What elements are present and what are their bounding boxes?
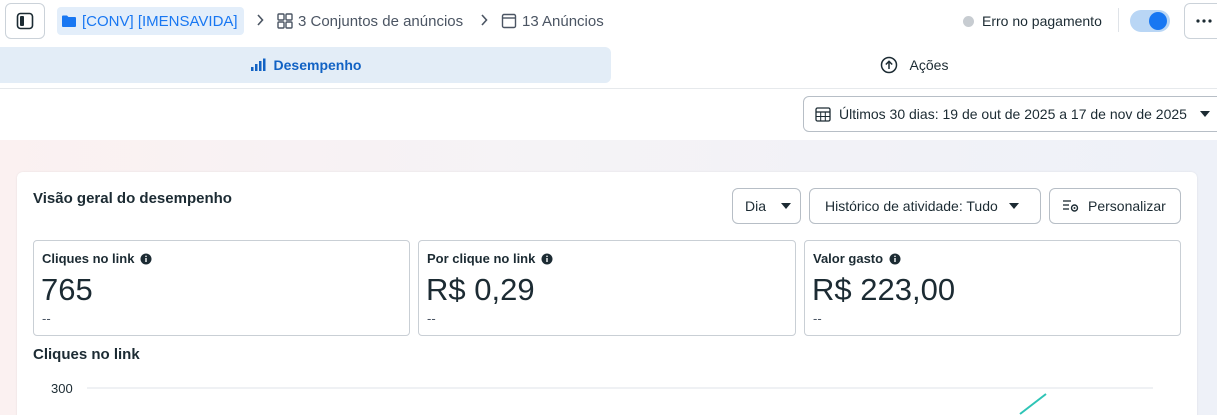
status-label: Erro no pagamento <box>982 13 1102 29</box>
metric-card-link-clicks[interactable]: Cliques no link 765 -- <box>33 240 410 336</box>
chart-title: Cliques no link <box>33 346 140 363</box>
performance-overview-card: Visão geral do desempenho Dia Histórico … <box>17 172 1197 415</box>
divider <box>1118 8 1119 32</box>
metric-delta: -- <box>42 311 51 326</box>
caret-down-icon <box>781 203 792 209</box>
ad-window-icon <box>501 13 517 29</box>
status-dot-icon <box>963 15 974 27</box>
granularity-dropdown[interactable]: Dia <box>732 188 801 224</box>
date-range-picker[interactable]: Últimos 30 dias: 19 de out de 2025 a 17 … <box>803 96 1217 132</box>
activity-history-dropdown[interactable]: Histórico de atividade: Tudo <box>809 188 1041 224</box>
granularity-label: Dia <box>745 198 767 214</box>
bar-chart-icon <box>250 58 266 71</box>
caret-down-icon <box>1008 203 1019 209</box>
metric-label: Valor gasto <box>813 251 901 266</box>
customize-label: Personalizar <box>1088 198 1166 214</box>
more-options-button[interactable] <box>1184 3 1217 39</box>
delivery-status: Erro no pagamento <box>963 10 1102 32</box>
y-tick-label: 300 <box>51 381 73 396</box>
info-icon[interactable] <box>541 253 553 265</box>
tab-performance-label: Desempenho <box>273 57 362 73</box>
tab-actions[interactable]: Ações <box>611 47 1217 83</box>
caret-down-icon <box>1199 111 1210 117</box>
metric-value: 765 <box>41 272 93 307</box>
metric-label-text: Cliques no link <box>42 251 135 266</box>
metric-card-amount-spent[interactable]: Valor gasto R$ 223,00 -- <box>804 240 1181 336</box>
link-clicks-chart: 300 <box>51 381 1153 415</box>
breadcrumb-ad-sets-label: 3 Conjuntos de anúncios <box>298 12 464 30</box>
breadcrumb-ads[interactable]: 13 Anúncios <box>501 7 604 35</box>
grid-icon <box>277 13 293 29</box>
info-icon[interactable] <box>140 253 152 265</box>
metric-card-cost-per-click[interactable]: Por clique no link R$ 0,29 -- <box>418 240 796 336</box>
tab-performance[interactable]: Desempenho <box>0 47 611 83</box>
campaign-toggle[interactable] <box>1130 10 1170 32</box>
overview-title: Visão geral do desempenho <box>33 190 232 207</box>
customize-button[interactable]: Personalizar <box>1049 188 1181 224</box>
chevron-right-icon <box>479 12 489 28</box>
metric-label-text: Por clique no link <box>427 251 536 266</box>
metric-label: Por clique no link <box>427 251 553 266</box>
series-line-segment <box>1019 393 1047 415</box>
tabs-divider <box>0 88 1217 89</box>
info-icon[interactable] <box>889 253 901 265</box>
metric-value: R$ 0,29 <box>426 272 535 307</box>
metric-value: R$ 223,00 <box>812 272 956 307</box>
more-horizontal-icon <box>1196 19 1212 23</box>
arrow-up-circle-icon <box>880 56 897 74</box>
chevron-right-icon <box>255 12 265 28</box>
view-tabs: Desempenho Ações <box>0 47 1217 83</box>
calendar-icon <box>815 107 831 122</box>
metric-delta: -- <box>427 311 436 326</box>
breadcrumb-campaign-label: [CONV] [IMENSAVIDA] <box>82 12 238 30</box>
toggle-knob <box>1149 12 1167 30</box>
activity-history-label: Histórico de atividade: Tudo <box>825 198 998 214</box>
breadcrumb-ads-label: 13 Anúncios <box>522 12 604 30</box>
breadcrumb-campaign[interactable]: [CONV] [IMENSAVIDA] <box>57 7 244 35</box>
top-bar: [CONV] [IMENSAVIDA] 3 Conjuntos de anúnc… <box>0 0 1217 42</box>
sidebar-panel-icon <box>16 12 34 30</box>
metric-delta: -- <box>813 311 822 326</box>
breadcrumb-ad-sets[interactable]: 3 Conjuntos de anúncios <box>277 7 463 35</box>
date-range-label: Últimos 30 dias: 19 de out de 2025 a 17 … <box>839 106 1187 122</box>
customize-settings-icon <box>1063 200 1079 212</box>
metric-label: Cliques no link <box>42 251 152 266</box>
sidebar-toggle-button[interactable] <box>5 3 45 39</box>
metric-label-text: Valor gasto <box>813 251 884 266</box>
tab-actions-label: Ações <box>909 57 949 73</box>
folder-icon <box>62 15 76 27</box>
